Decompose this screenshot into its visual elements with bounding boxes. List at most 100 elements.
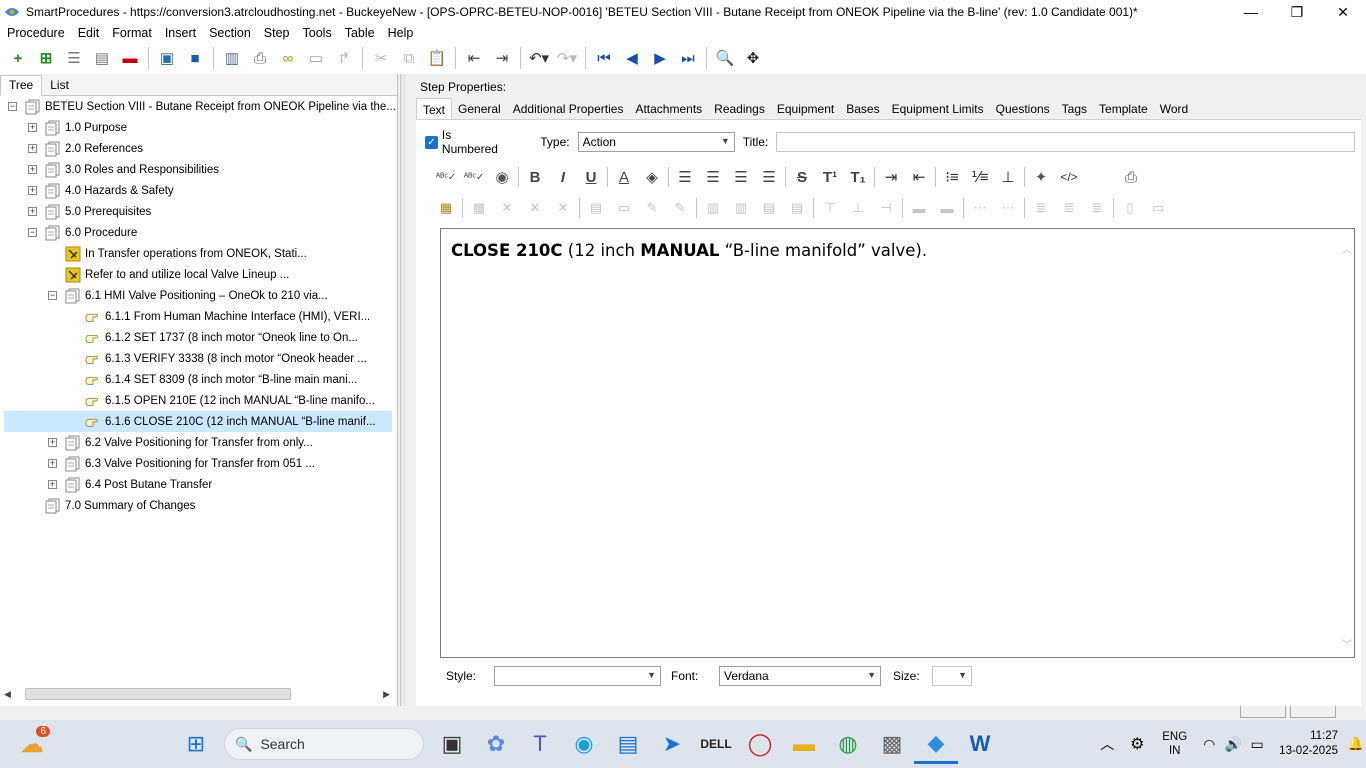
- expand-icon[interactable]: +: [28, 207, 37, 216]
- collapse-icon[interactable]: −: [48, 291, 57, 300]
- clock[interactable]: 11:27 13-02-2025: [1279, 729, 1338, 759]
- valign-top-icon[interactable]: ≣: [1027, 196, 1055, 220]
- tree-node[interactable]: 6.1.1 From Human Machine Interface (HMI)…: [68, 306, 370, 327]
- distribute-cols-icon[interactable]: ⋯: [994, 196, 1022, 220]
- collapse-icon[interactable]: −: [8, 102, 17, 111]
- word-icon[interactable]: W: [958, 724, 1002, 764]
- window-icon[interactable]: ▭: [302, 45, 330, 71]
- merge-up-icon[interactable]: ⊤: [816, 196, 844, 220]
- chevron-up-icon[interactable]: ︿: [1092, 724, 1122, 764]
- row-height-icon[interactable]: ▭: [1144, 196, 1172, 220]
- indent-icon[interactable]: ⇥: [488, 45, 516, 71]
- tree-node[interactable]: 6.1.2 SET 1737 (8 inch motor “Oneok line…: [68, 327, 358, 348]
- minimize-button[interactable]: —: [1228, 0, 1274, 24]
- scroll-thumb[interactable]: [24, 688, 291, 700]
- insert-table-icon[interactable]: ▦: [432, 196, 460, 220]
- merge-right-icon[interactable]: ⊣: [872, 196, 900, 220]
- tree-node[interactable]: In Transfer operations from ONEOK, Stati…: [48, 243, 307, 264]
- insert-column-left-icon[interactable]: ▥: [699, 196, 727, 220]
- italic-icon[interactable]: I: [549, 165, 577, 189]
- delete-row-icon[interactable]: ✕: [493, 196, 521, 220]
- bold-icon[interactable]: B: [521, 165, 549, 189]
- tree-node[interactable]: Refer to and utilize local Valve Lineup …: [48, 264, 289, 285]
- chrome-icon[interactable]: ◍: [826, 724, 870, 764]
- expand-icon[interactable]: +: [28, 123, 37, 132]
- html-source-icon[interactable]: </>: [1055, 165, 1083, 189]
- scroll-down-icon[interactable]: ﹀: [1342, 636, 1352, 651]
- tree-node[interactable]: +6.4 Post Butane Transfer: [48, 474, 212, 495]
- tab-word[interactable]: Word: [1154, 98, 1194, 119]
- opera-icon[interactable]: ◯: [738, 724, 782, 764]
- tree-node[interactable]: 6.1.4 SET 8309 (8 inch motor “B-line mai…: [68, 369, 357, 390]
- insert-row-above-icon[interactable]: ▤: [755, 196, 783, 220]
- tree-node[interactable]: +1.0 Purpose: [28, 117, 127, 138]
- volume-icon[interactable]: 🔊: [1221, 724, 1245, 764]
- tab-readings[interactable]: Readings: [708, 98, 771, 119]
- cell-color-icon[interactable]: ✎: [638, 196, 666, 220]
- close-button[interactable]: ✕: [1320, 0, 1366, 24]
- publish-icon[interactable]: ▥: [218, 45, 246, 71]
- editor-scrollbar[interactable]: ︿ ﹀: [1342, 241, 1352, 651]
- expand-icon[interactable]: +: [48, 480, 57, 489]
- cell-props-icon[interactable]: ▤: [582, 196, 610, 220]
- tree-node[interactable]: 6.1.5 OPEN 210E (12 inch MANUAL “B-line …: [68, 390, 375, 411]
- delete-table-icon[interactable]: ✕: [549, 196, 577, 220]
- menu-format[interactable]: Format: [105, 26, 158, 40]
- spellcheck-all-icon[interactable]: ᴬᴮᶜ✓: [460, 165, 488, 189]
- tree-node[interactable]: +6.3 Valve Positioning for Transfer from…: [48, 453, 315, 474]
- tab-equipment-limits[interactable]: Equipment Limits: [886, 98, 990, 119]
- tab-template[interactable]: Template: [1093, 98, 1154, 119]
- expand-icon[interactable]: +: [48, 438, 57, 447]
- menu-tools[interactable]: Tools: [296, 26, 338, 40]
- column-width-icon[interactable]: ▯: [1116, 196, 1144, 220]
- list-props-icon[interactable]: ▤: [88, 45, 116, 71]
- tree-node[interactable]: − BETEU Section VIII - Butane Receipt fro…: [8, 96, 396, 117]
- tree-node[interactable]: − 6.1 HMI Valve Positioning – OneOk to 21…: [48, 285, 328, 306]
- merge-down-icon[interactable]: ⊥: [844, 196, 872, 220]
- copy-icon[interactable]: ⧉: [395, 45, 423, 71]
- redo-icon[interactable]: ↷▾: [553, 45, 581, 71]
- save-icon[interactable]: ■: [181, 45, 209, 71]
- link-icon[interactable]: ∞: [274, 45, 302, 71]
- tree-node[interactable]: +2.0 References: [28, 138, 143, 159]
- tab-attachments[interactable]: Attachments: [629, 98, 708, 119]
- menu-step[interactable]: Step: [257, 26, 296, 40]
- contacts-app-icon[interactable]: ▩: [870, 724, 914, 764]
- delete-icon[interactable]: ▬: [116, 45, 144, 71]
- paste-icon[interactable]: 📋: [423, 45, 451, 71]
- cut-icon[interactable]: ✂: [367, 45, 395, 71]
- tree-node[interactable]: 6.1.6 CLOSE 210C (12 inch MANUAL “B-line…: [4, 411, 392, 432]
- insert-row-below-icon[interactable]: ▤: [783, 196, 811, 220]
- distribute-rows-icon[interactable]: ⋯: [966, 196, 994, 220]
- increase-indent-icon[interactable]: ⇥: [877, 165, 905, 189]
- outdent-icon[interactable]: ⇤: [460, 45, 488, 71]
- table-props-icon[interactable]: ▦: [465, 196, 493, 220]
- step-text-editor[interactable]: CLOSE 210C (12 inch MANUAL “B-line manif…: [440, 228, 1355, 658]
- pane-splitter[interactable]: [400, 74, 406, 706]
- menu-section[interactable]: Section: [202, 26, 257, 40]
- expand-icon[interactable]: +: [28, 144, 37, 153]
- tab-tree[interactable]: Tree: [0, 75, 43, 96]
- tree-horizontal-scrollbar[interactable]: ◀ ▶: [4, 686, 390, 702]
- style-select[interactable]: ▼: [494, 666, 661, 686]
- resize-grip-icon[interactable]: [1340, 706, 1362, 718]
- list-icon[interactable]: ☰: [60, 45, 88, 71]
- menu-procedure[interactable]: Procedure: [0, 26, 71, 40]
- start-icon[interactable]: ⊞: [174, 724, 218, 764]
- superscript-icon[interactable]: T¹: [816, 165, 844, 189]
- clear-format-icon[interactable]: ✦: [1027, 165, 1055, 189]
- font-color-icon[interactable]: A: [610, 165, 638, 189]
- next-icon[interactable]: ▶: [646, 45, 674, 71]
- spellcheck-icon[interactable]: ᴬᴮᶜ✓: [432, 165, 460, 189]
- numbered-list-icon[interactable]: ⅟≡: [966, 165, 994, 189]
- size-select[interactable]: ▼: [932, 666, 972, 686]
- strikethrough-icon[interactable]: S: [788, 165, 816, 189]
- title-input[interactable]: [776, 132, 1355, 152]
- restore-button[interactable]: ❐: [1274, 0, 1320, 24]
- tab-equipment[interactable]: Equipment: [771, 98, 840, 119]
- notification-icon[interactable]: 🔔: [1346, 724, 1366, 764]
- teams-icon[interactable]: T: [518, 724, 562, 764]
- first-icon[interactable]: ⏮: [590, 45, 618, 71]
- menu-edit[interactable]: Edit: [71, 26, 106, 40]
- battery-icon[interactable]: ▭: [1245, 724, 1269, 764]
